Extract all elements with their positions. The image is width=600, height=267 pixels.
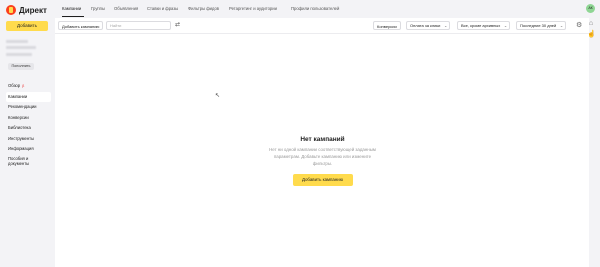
tab-user-profiles[interactable]: Профили пользователей [291,6,339,11]
chevron-down-icon: ⌄ [444,23,448,28]
sidebar: Директ Добавить Пополнить Обзор β Кампани… [0,0,55,267]
period-dropdown[interactable]: Последние 30 дней ⌄ [516,21,567,30]
sidebar-nav: Обзор β Кампании Рекомендации Конверсии Б… [6,81,51,167]
top-tabs: Кампании Группы Объявления Ставки и фраз… [55,0,600,18]
tab-retargeting[interactable]: Ретаргетинг и аудитории [229,6,277,11]
blurred-account-line [6,40,28,43]
cursor-icon: ↖ [215,93,221,99]
campaigns-toolbar: Добавить кампанию Найти ⇄ Конверсии Опла… [55,18,589,34]
tab-feed-filters[interactable]: Фильтры фидов [188,6,219,11]
yandex-logo-icon [6,5,16,15]
logo-text: Директ [19,5,47,15]
sidebar-item-recommendations[interactable]: Рекомендации [6,102,51,113]
logo[interactable]: Директ [6,5,47,15]
sidebar-item-campaigns[interactable]: Кампании [6,91,51,102]
sidebar-item-information[interactable]: Информация [6,144,51,155]
payment-dropdown[interactable]: Оплата за клики ⌄ [406,21,451,30]
status-filter-label: Все, кроме архивных [461,23,501,28]
search-input[interactable]: Найти [106,21,171,30]
empty-state: Нет кампаний Нет ни одной кампании соотв… [260,136,385,187]
conversions-button[interactable]: Конверсии [373,21,401,30]
main-panel: Добавить кампанию Найти ⇄ Конверсии Опла… [55,18,589,267]
chevron-down-icon: ⌄ [559,23,564,28]
tab-campaigns[interactable]: Кампании [62,6,81,11]
tab-bids-and-phrases[interactable]: Ставки и фразы [147,6,178,11]
blurred-balance-line [6,53,32,56]
gear-icon[interactable]: ⚙ [576,22,582,30]
add-campaign-button[interactable]: Добавить кампанию [58,21,104,30]
chevron-down-icon: ⌄ [503,23,508,28]
sidebar-item-overview[interactable]: Обзор β [6,81,51,92]
tab-ads[interactable]: Объявления [114,6,138,11]
sidebar-item-guides[interactable]: Пособия и документы [6,155,36,167]
sidebar-item-library[interactable]: Библиотека [6,123,51,134]
empty-add-campaign-button[interactable]: Добавить кампанию [292,174,353,187]
topup-button[interactable]: Пополнить [8,63,34,70]
empty-state-title: Нет кампаний [300,136,345,143]
sidebar-item-tools[interactable]: Инструменты [6,134,51,145]
status-filter-dropdown[interactable]: Все, кроме архивных ⌄ [457,21,511,30]
beta-badge: β [22,84,25,88]
blurred-account-line [6,46,36,49]
active-tab-indicator [62,16,84,18]
period-label: Последние 30 дней [520,23,557,28]
payment-dropdown-label: Оплата за клики [410,23,441,28]
add-button[interactable]: Добавить [6,21,48,31]
empty-state-description: Нет ни одной кампании соответствующей за… [269,147,376,166]
tab-groups[interactable]: Группы [91,6,105,11]
avatar[interactable]: АК [586,4,595,13]
sidebar-item-conversions[interactable]: Конверсии [6,113,51,124]
refresh-icon[interactable]: ⇄ [175,21,180,30]
sidebar-item-label: Обзор [8,83,21,88]
